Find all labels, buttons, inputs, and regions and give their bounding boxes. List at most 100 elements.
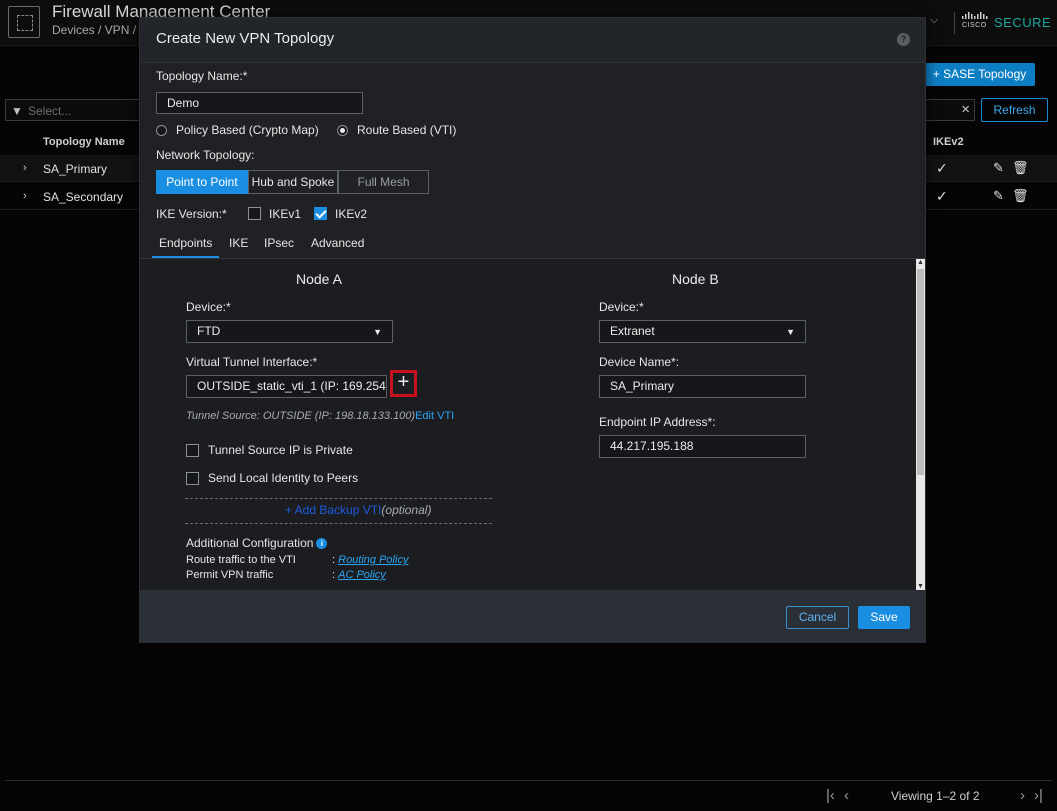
panel-scrollbar[interactable]: ▲ ▼	[916, 259, 925, 590]
cancel-button[interactable]: Cancel	[786, 606, 849, 629]
route-based-radio[interactable]	[337, 125, 348, 136]
cisco-wordmark: CISCO	[962, 22, 987, 29]
add-vti-plus-button[interactable]: +	[390, 370, 417, 397]
point-to-point-button[interactable]: Point to Point	[156, 170, 248, 194]
filter-placeholder: Select...	[28, 104, 72, 118]
column-topology-name[interactable]: Topology Name	[43, 136, 125, 148]
first-page-icon[interactable]: |‹	[826, 787, 835, 804]
topology-name: SA_Secondary	[43, 190, 124, 204]
ikev2-checkbox[interactable]	[314, 207, 327, 220]
policy-based-label: Policy Based (Crypto Map)	[176, 123, 319, 137]
dialog-title: Create New VPN Topology	[156, 30, 335, 47]
routing-policy-link[interactable]: Routing Policy	[338, 554, 408, 566]
help-icon[interactable]: ?	[897, 33, 910, 46]
vti-label: Virtual Tunnel Interface:*	[186, 355, 318, 369]
ikev1-checkbox[interactable]	[248, 207, 261, 220]
cisco-bars-icon	[962, 12, 988, 19]
tunnel-source-value: Tunnel Source: OUTSIDE (IP: 198.18.133.1…	[186, 410, 416, 422]
search-input[interactable]: ×	[925, 99, 975, 121]
send-local-identity-checkbox[interactable]	[186, 472, 199, 485]
node-a-device-select[interactable]: FTD ▼	[186, 320, 393, 343]
node-a-device-value: FTD	[197, 324, 221, 338]
delete-trash-icon[interactable]: 🗑	[1012, 188, 1029, 204]
last-page-icon[interactable]: ›|	[1034, 787, 1043, 804]
save-button[interactable]: Save	[858, 606, 910, 629]
colon: :	[332, 569, 336, 581]
edit-vti-link[interactable]: Edit VTI	[415, 410, 454, 422]
expand-chevron-icon[interactable]: ›	[23, 190, 27, 202]
send-local-identity-label: Send Local Identity to Peers	[208, 471, 359, 485]
next-page-icon[interactable]: ›	[1020, 787, 1025, 804]
node-b-title: Node B	[672, 271, 719, 287]
hub-and-spoke-button[interactable]: Hub and Spoke	[248, 170, 338, 194]
tab-endpoints[interactable]: Endpoints	[152, 236, 219, 258]
pager-text: Viewing 1–2 of 2	[891, 789, 980, 803]
breadcrumb[interactable]: Devices / VPN /	[52, 23, 136, 37]
endpoint-ip-input[interactable]: 44.217.195.188	[599, 435, 806, 458]
ikev2-label: IKEv2	[335, 207, 368, 221]
add-sase-topology-button[interactable]: + SASE Topology	[924, 63, 1035, 86]
expand-chevron-icon[interactable]: ›	[23, 162, 27, 174]
additional-config-label: Additional Configuration i	[186, 536, 328, 550]
ikev1-label: IKEv1	[269, 207, 302, 221]
create-vpn-topology-dialog: Create New VPN Topology ? Topology Name:…	[139, 17, 926, 643]
refresh-button[interactable]: Refresh	[981, 98, 1048, 122]
route-based-label: Route Based (VTI)	[357, 123, 457, 137]
dropdown-caret-icon: ▼	[786, 327, 795, 337]
route-traffic-label: Route traffic to the VTI	[186, 554, 296, 566]
tunnel-source-private-label: Tunnel Source IP is Private	[208, 443, 353, 457]
colon: :	[332, 554, 336, 566]
topology-name: SA_Primary	[43, 162, 108, 176]
node-a-device-label: Device:*	[186, 300, 231, 314]
scroll-down-icon[interactable]: ▼	[917, 583, 924, 590]
dialog-header: Create New VPN Topology ?	[140, 18, 925, 63]
device-name-label: Device Name*:	[599, 355, 680, 369]
optional-text: (optional)	[381, 503, 432, 517]
node-b-device-value: Extranet	[610, 324, 655, 338]
checkmark-icon: ✓	[936, 188, 948, 204]
full-mesh-button[interactable]: Full Mesh	[338, 170, 429, 194]
topology-name-label: Topology Name:*	[156, 69, 248, 83]
prev-page-icon[interactable]: ‹	[844, 787, 849, 804]
footer-divider	[5, 780, 1052, 781]
topology-name-input[interactable]: Demo	[156, 92, 363, 114]
user-menu-chevron-icon[interactable]: ⌵	[930, 14, 938, 27]
ac-policy-link[interactable]: AC Policy	[338, 569, 386, 581]
tab-ike[interactable]: IKE	[229, 236, 248, 258]
tunnel-source-private-checkbox[interactable]	[186, 444, 199, 457]
scroll-up-icon[interactable]: ▲	[917, 259, 924, 266]
additional-config-text: Additional Configuration	[186, 536, 314, 550]
tab-advanced[interactable]: Advanced	[311, 236, 364, 258]
edit-pencil-icon[interactable]: ✎	[993, 160, 1004, 176]
dropdown-caret-icon: ▼	[373, 327, 382, 337]
policy-based-radio[interactable]	[156, 125, 167, 136]
backup-divider-bottom	[185, 523, 492, 524]
edit-pencil-icon[interactable]: ✎	[993, 188, 1004, 204]
header-divider	[954, 12, 955, 34]
route-traffic-value: : Routing Policy	[332, 554, 408, 566]
permit-vpn-label: Permit VPN traffic	[186, 569, 274, 581]
tunnel-source-text: Tunnel Source: OUTSIDE (IP: 198.18.133.1…	[186, 410, 454, 422]
filter-input[interactable]: ▼ Select...	[5, 99, 145, 121]
tab-ipsec[interactable]: IPsec	[264, 236, 294, 258]
network-topology-label: Network Topology:	[156, 148, 255, 162]
dialog-footer: Cancel Save	[140, 590, 925, 643]
ike-version-label: IKE Version:*	[156, 207, 227, 221]
column-ikev2[interactable]: IKEv2	[933, 136, 964, 148]
brand-secure: SECURE	[994, 15, 1052, 30]
clear-icon[interactable]: ×	[961, 101, 970, 118]
scrollbar-thumb[interactable]	[917, 269, 924, 475]
info-icon[interactable]: i	[316, 538, 328, 549]
backup-divider-top	[185, 498, 492, 499]
vti-select[interactable]: OUTSIDE_static_vti_1 (IP: 169.254	[186, 375, 387, 398]
endpoints-panel: Node A Device:* FTD ▼ Virtual Tunnel Int…	[140, 259, 925, 590]
node-a-title: Node A	[296, 271, 342, 287]
add-backup-vti-link[interactable]: + Add Backup VTI(optional)	[285, 503, 431, 517]
permit-vpn-value: : AC Policy	[332, 569, 386, 581]
node-b-device-label: Device:*	[599, 300, 644, 314]
node-b-device-select[interactable]: Extranet ▼	[599, 320, 806, 343]
endpoint-ip-label: Endpoint IP Address*:	[599, 415, 716, 429]
device-name-input[interactable]: SA_Primary	[599, 375, 806, 398]
network-topology-selector: Point to Point Hub and Spoke Full Mesh	[156, 170, 429, 194]
delete-trash-icon[interactable]: 🗑	[1012, 160, 1029, 176]
